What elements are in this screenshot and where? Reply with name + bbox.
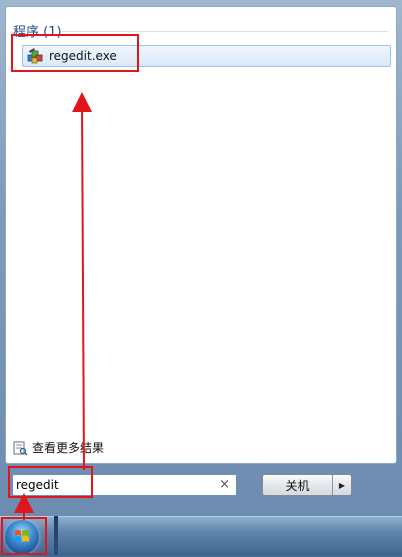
search-results-panel: 程序 (1) regedit.exe 查看更多结果 xyxy=(5,6,397,464)
search-results-icon xyxy=(12,440,28,456)
see-more-results-label: 查看更多结果 xyxy=(32,441,105,455)
annotation-box-start xyxy=(1,517,47,555)
shutdown-button[interactable]: 关机 xyxy=(263,475,333,495)
taskbar-divider xyxy=(54,516,58,555)
shutdown-button-group: 关机 ▶ xyxy=(262,474,352,496)
shutdown-options-arrow-icon[interactable]: ▶ xyxy=(333,475,351,495)
clear-search-icon[interactable]: × xyxy=(219,477,230,493)
annotation-box-result xyxy=(11,34,139,72)
see-more-results-link[interactable]: 查看更多结果 xyxy=(12,439,104,456)
section-divider xyxy=(62,31,388,32)
annotation-box-search xyxy=(8,466,93,498)
taskbar xyxy=(0,516,402,556)
start-menu-frame: 程序 (1) regedit.exe 查看更多结果 regedit × 关机 ▶ xyxy=(0,0,402,516)
